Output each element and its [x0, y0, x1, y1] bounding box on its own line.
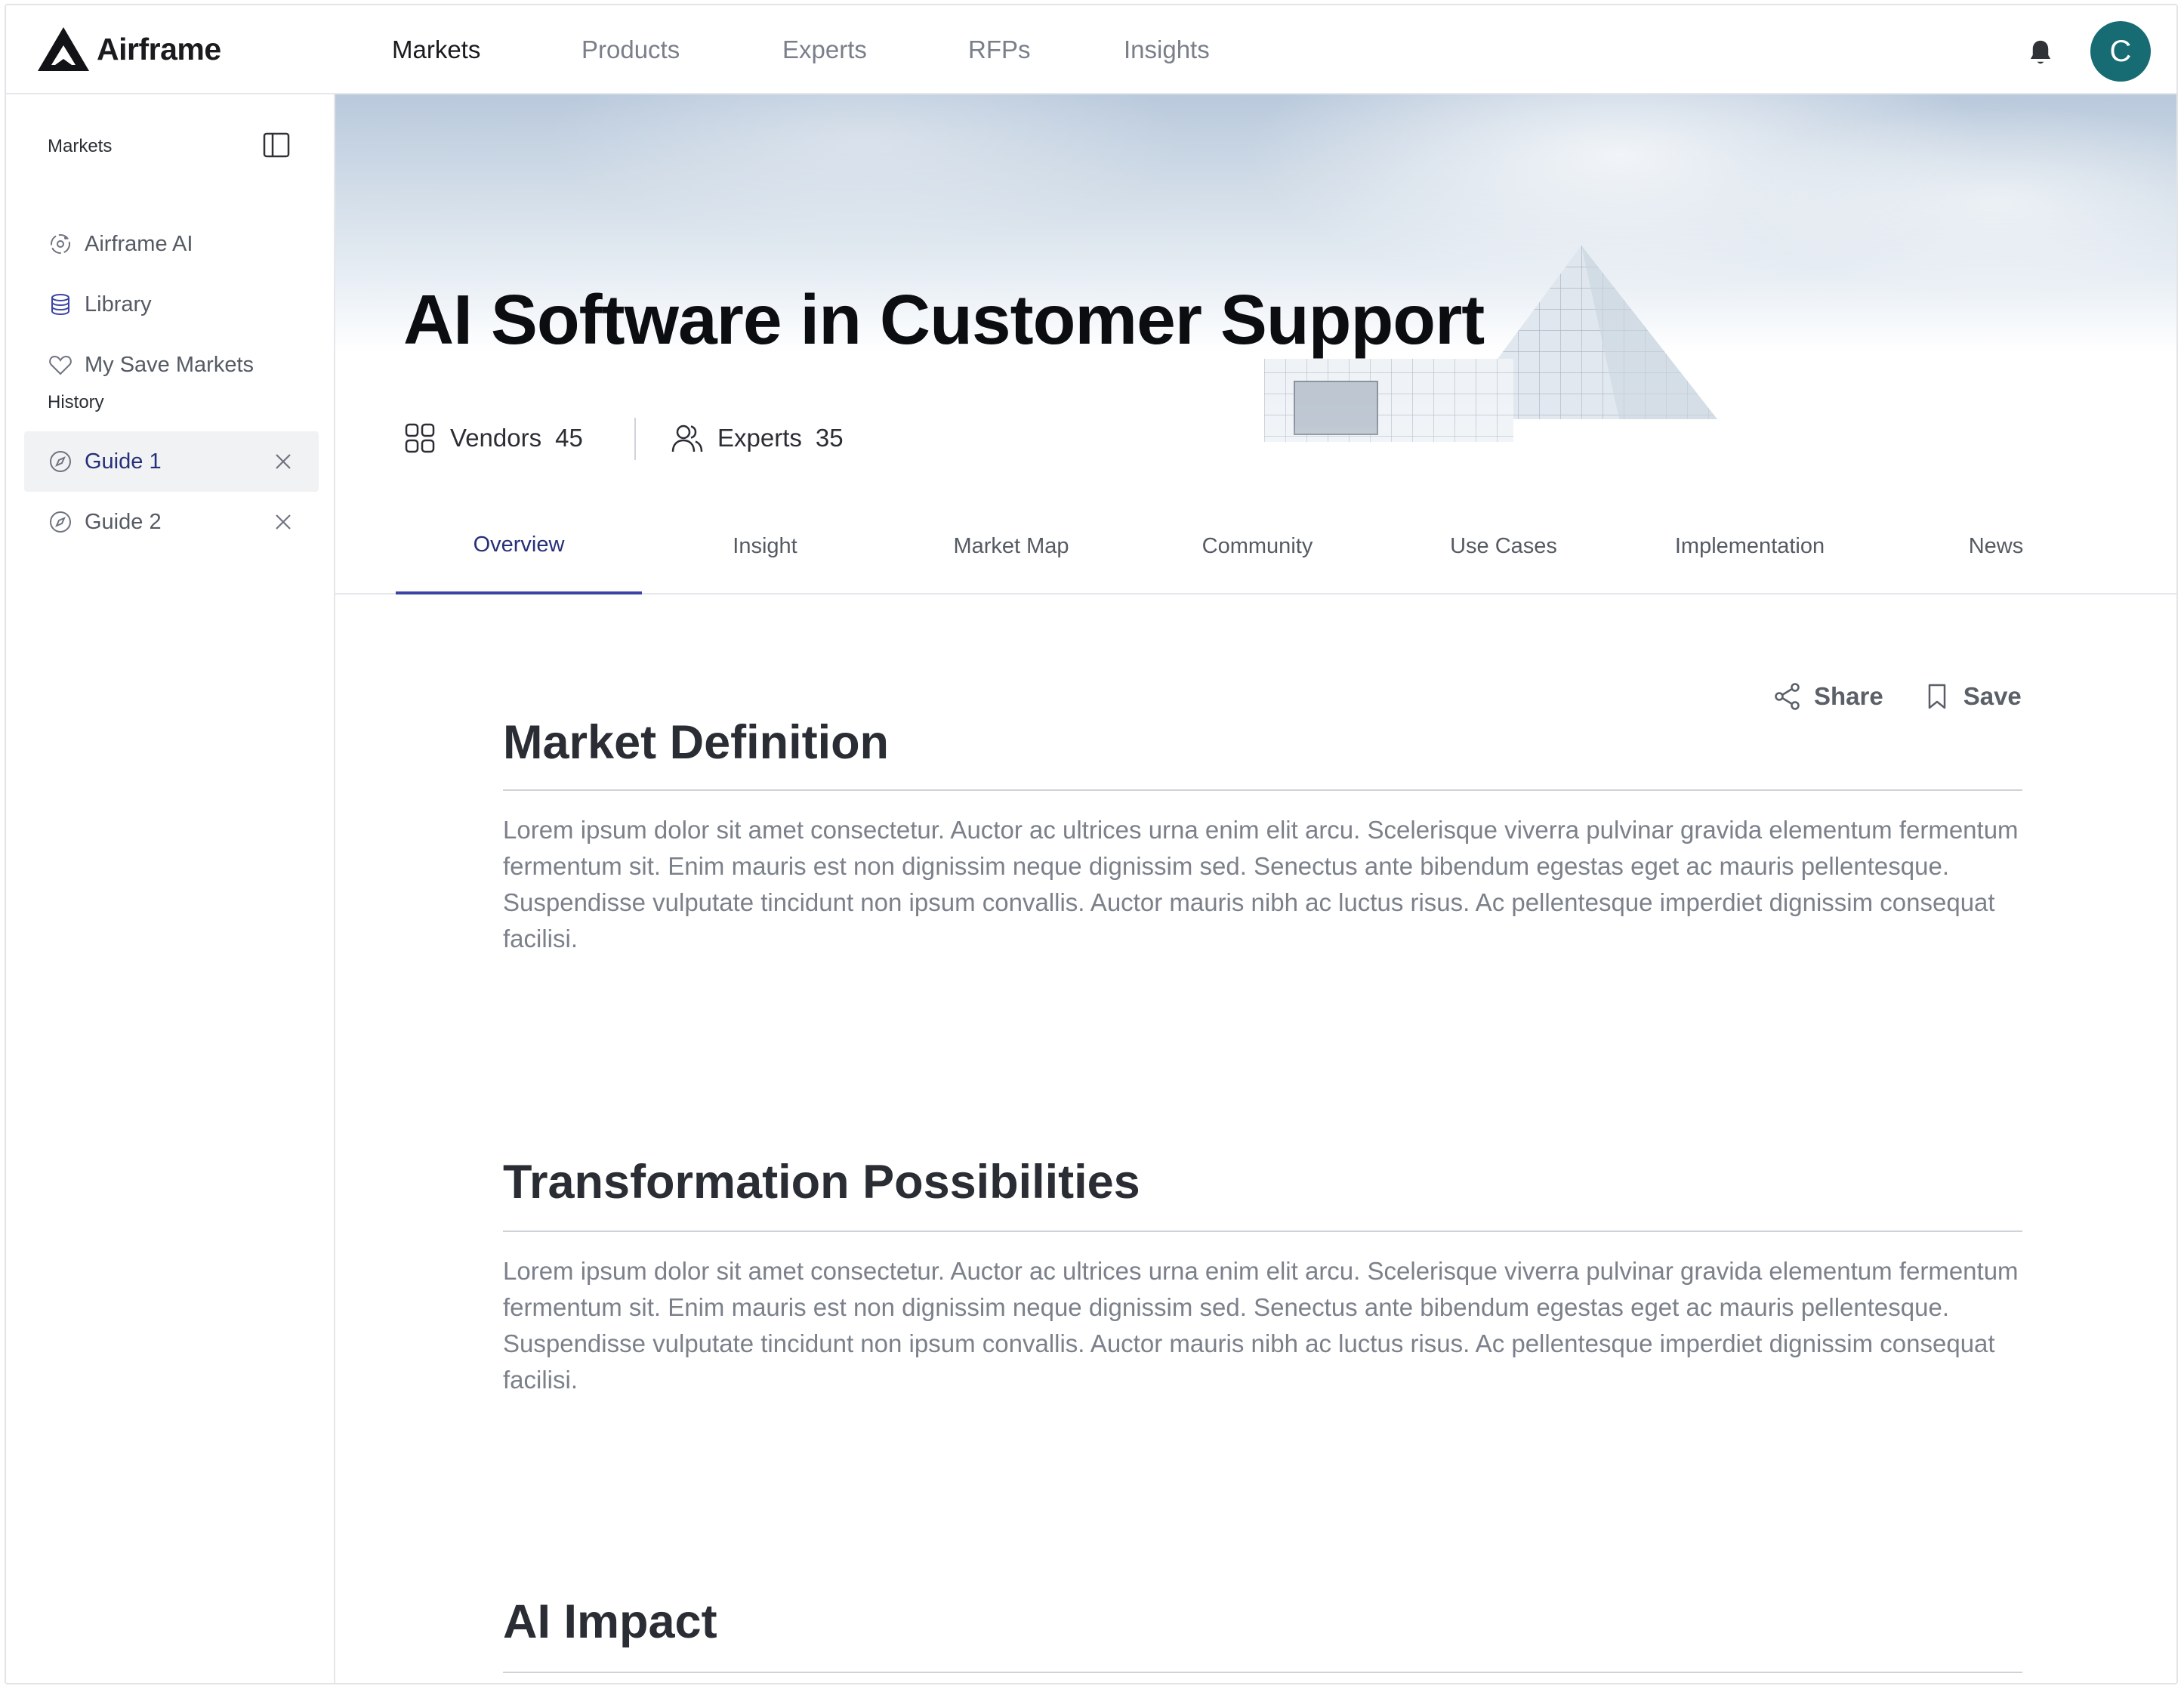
content-actions: Share Save: [1773, 678, 2022, 715]
tab-label: Market Map: [953, 534, 1069, 558]
database-icon: [51, 294, 69, 316]
tab-label: Implementation: [1674, 534, 1825, 558]
tab-news[interactable]: News: [1873, 507, 2119, 594]
tab-label: Insight: [733, 534, 797, 558]
section-title: AI Impact: [503, 1595, 717, 1648]
nav-markets[interactable]: Markets: [392, 36, 480, 64]
share-label: Share: [1814, 682, 1883, 710]
app-window: Airframe Markets Products Experts RFPs I…: [5, 4, 2178, 1684]
section-transformation-possibilities: Transformation Possibilities Lorem ipsum…: [503, 1155, 2022, 1394]
airframe-logo-icon: [38, 27, 89, 71]
sidebar-item-library[interactable]: Library: [24, 274, 319, 335]
vendors-count: 45: [555, 424, 583, 452]
tab-label: Use Cases: [1450, 534, 1557, 558]
section-divider: [503, 789, 2022, 791]
top-navbar: Airframe Markets Products Experts RFPs I…: [6, 5, 2176, 94]
experts-label: Experts: [717, 424, 802, 452]
save-button[interactable]: Save: [1923, 682, 2022, 711]
brand-logo[interactable]: Airframe: [36, 25, 221, 73]
market-tabs: Overview Insight Market Map Community Us…: [335, 487, 2176, 594]
section-title: Transformation Possibilities: [503, 1156, 1140, 1209]
brand-name: Airframe: [97, 31, 221, 66]
section-market-definition: Market Definition Lorem ipsum dolor sit …: [503, 715, 2022, 953]
section-divider: [503, 1230, 2022, 1232]
nav-rfps[interactable]: RFPs: [968, 36, 1031, 64]
history-item-guide-1[interactable]: Guide 1: [24, 431, 319, 492]
market-title: AI Software in Customer Support: [403, 280, 1485, 359]
save-label: Save: [1963, 682, 2022, 710]
user-avatar[interactable]: C: [2090, 21, 2151, 82]
experts-stat[interactable]: Experts 35: [671, 419, 844, 457]
nav-products[interactable]: Products: [581, 36, 680, 64]
close-icon[interactable]: [273, 512, 293, 532]
share-icon: [1775, 683, 1800, 710]
section-divider: [503, 1672, 2022, 1673]
share-button[interactable]: Share: [1773, 682, 1883, 711]
history-item-label: Guide 2: [85, 509, 162, 534]
tab-label: News: [1968, 534, 2024, 558]
compass-icon: [50, 511, 71, 533]
tab-market-map[interactable]: Market Map: [888, 507, 1134, 594]
sidebar: Markets Airframe AI Library My Save Mark…: [6, 94, 335, 1683]
hero-banner: AI Software in Customer Support Vendors …: [335, 94, 2176, 487]
bell-icon[interactable]: [2027, 39, 2054, 67]
history-item-guide-2[interactable]: Guide 2: [24, 492, 319, 552]
sidebar-item-label: Airframe AI: [85, 231, 193, 256]
section-title: Market Definition: [503, 716, 890, 769]
tab-insight[interactable]: Insight: [642, 507, 888, 594]
section-ai-impact: AI Impact: [503, 1595, 2022, 1673]
sidebar-title: Markets: [48, 136, 113, 156]
users-icon: [671, 425, 703, 452]
stat-divider: [634, 418, 636, 460]
nav-experts[interactable]: Experts: [782, 36, 867, 64]
overview-content: Share Save Market Definition Lorem ipsum…: [335, 594, 2176, 1683]
nav-insights[interactable]: Insights: [1124, 36, 1210, 64]
tab-label: Overview: [473, 533, 565, 557]
compass-icon: [50, 451, 71, 472]
ai-sparkle-icon: [51, 234, 70, 254]
tab-implementation[interactable]: Implementation: [1627, 507, 1873, 594]
sidebar-collapse-icon[interactable]: [263, 132, 290, 158]
bookmark-icon: [1928, 684, 1945, 709]
heart-icon: [49, 355, 72, 375]
section-body: Lorem ipsum dolor sit amet consectetur. …: [503, 816, 2019, 953]
history-heading: History: [48, 392, 104, 412]
section-body: Lorem ipsum dolor sit amet consectetur. …: [503, 1257, 2019, 1394]
vendors-stat[interactable]: Vendors 45: [403, 419, 583, 457]
close-icon[interactable]: [273, 452, 293, 471]
tab-use-cases[interactable]: Use Cases: [1380, 507, 1627, 594]
tab-community[interactable]: Community: [1134, 507, 1380, 594]
grid-icon: [405, 423, 435, 453]
tab-label: Community: [1202, 534, 1313, 558]
sidebar-item-label: Library: [85, 292, 152, 316]
vendors-label: Vendors: [450, 424, 542, 452]
experts-count: 35: [815, 424, 844, 452]
tab-overview[interactable]: Overview: [396, 507, 642, 594]
sidebar-item-airframe-ai[interactable]: Airframe AI: [24, 214, 319, 274]
history-item-label: Guide 1: [85, 449, 162, 474]
sidebar-item-label: My Save Markets: [85, 352, 254, 377]
sidebar-item-my-save-markets[interactable]: My Save Markets: [24, 335, 319, 395]
